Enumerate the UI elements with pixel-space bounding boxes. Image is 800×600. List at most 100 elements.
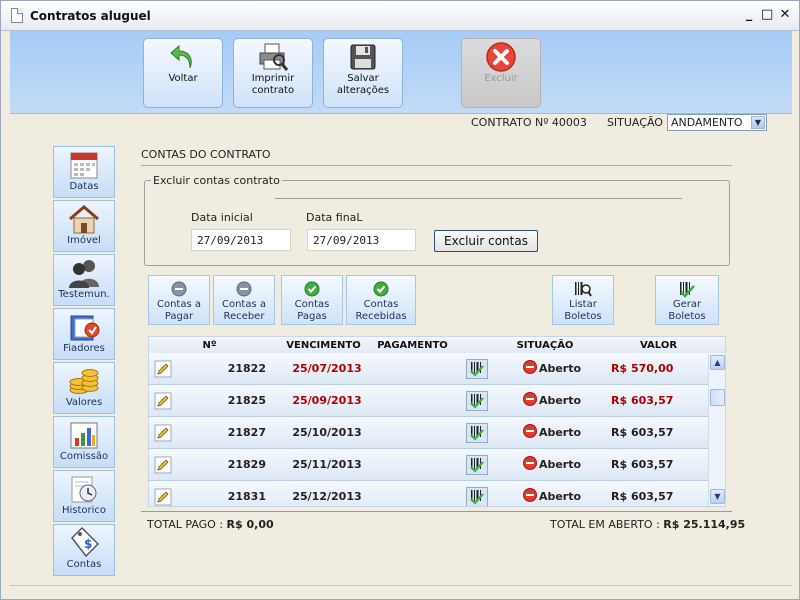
barcode-icon[interactable] [457, 486, 497, 506]
sidebar-item-datas[interactable]: Datas [53, 146, 115, 198]
close-button[interactable]: ✕ [779, 7, 791, 23]
delete-x-icon [462, 41, 540, 73]
data-final-input[interactable]: 27/09/2013 [307, 229, 416, 251]
table-scrollbar[interactable]: ▲ ▼ [708, 354, 725, 506]
row-numero: 21822 [227, 362, 266, 375]
total-pago: TOTAL PAGO : R$ 0,00 [147, 518, 274, 531]
row-situacao: Aberto [538, 426, 582, 439]
salvar-label-1: Salvar [347, 73, 379, 84]
salvar-button[interactable]: Salvar alterações [323, 38, 403, 108]
row-numero: 21825 [227, 394, 266, 407]
sidebar-item-testemunhas[interactable]: Testemun. [53, 254, 115, 306]
gerar-boletos-button[interactable]: Gerar Boletos [655, 275, 719, 325]
house-icon [54, 201, 114, 235]
scroll-up-icon[interactable]: ▲ [710, 355, 725, 370]
group-divider [275, 198, 682, 199]
header-pagamento: PAGAMENTO [377, 339, 448, 351]
edit-pencil-icon[interactable] [149, 488, 177, 506]
sidebar-item-valores[interactable]: Valores [53, 362, 115, 414]
edit-pencil-icon[interactable] [149, 456, 177, 474]
contas-pagas-label-2: Pagas [297, 311, 327, 322]
excluir-label: Excluir [484, 73, 518, 84]
sidebar-label-valores: Valores [65, 397, 103, 408]
clock-history-icon [54, 471, 114, 505]
situacao-select[interactable]: ANDAMENTO ▼ [666, 114, 767, 131]
voltar-button[interactable]: Voltar [143, 38, 223, 108]
folder-person-icon [54, 309, 114, 343]
imprimir-button[interactable]: Imprimir contrato [233, 38, 313, 108]
contract-number: CONTRATO Nº 40003 [471, 116, 587, 129]
contas-a-pagar-button[interactable]: Contas a Pagar [148, 275, 210, 325]
sidebar-item-contas[interactable]: $ Contas [53, 524, 115, 576]
document-icon [11, 8, 23, 23]
listar-boletos-button[interactable]: Listar Boletos [552, 275, 614, 325]
barcode-icon[interactable] [457, 358, 497, 379]
scroll-down-icon[interactable]: ▼ [710, 489, 725, 504]
table-row[interactable]: 21831 25/12/2013 Aberto R$ 603,57 [149, 481, 725, 506]
status-minus-icon [522, 456, 537, 473]
row-situacao: Aberto [538, 362, 582, 375]
situacao-value: ANDAMENTO [670, 116, 743, 129]
data-inicial-label: Data inicial [191, 211, 253, 224]
back-arrow-icon [144, 41, 222, 73]
barcode-icon[interactable] [457, 390, 497, 411]
scroll-thumb[interactable] [710, 389, 725, 406]
window-title: Contratos aluguel [30, 8, 151, 23]
row-numero: 21829 [227, 458, 266, 471]
contas-pagas-button[interactable]: Contas Pagas [281, 275, 343, 325]
data-inicial-input[interactable]: 27/09/2013 [191, 229, 291, 251]
row-numero: 21827 [227, 426, 266, 439]
situacao-label: SITUAÇÃO [606, 116, 663, 129]
main-window: Contratos aluguel _ □ ✕ Voltar Imprimir … [0, 0, 800, 600]
save-disk-icon [324, 41, 402, 73]
contas-a-receber-button[interactable]: Contas a Receber [213, 275, 275, 325]
imprimir-label-2: contrato [251, 85, 295, 96]
title-bar: Contratos aluguel _ □ ✕ [1, 1, 799, 31]
barcode-icon[interactable] [457, 422, 497, 443]
sidebar-item-historico[interactable]: Historico [53, 470, 115, 522]
contas-table: Nº VENCIMENTO PAGAMENTO SITUAÇÃO VALOR 2… [148, 336, 726, 507]
table-row[interactable]: 21827 25/10/2013 Aberto R$ 603,57 [149, 417, 725, 449]
header-valor: VALOR [640, 339, 678, 351]
row-vencimento: 25/09/2013 [292, 394, 362, 407]
status-minus-icon [522, 360, 537, 377]
edit-pencil-icon[interactable] [149, 392, 177, 410]
edit-pencil-icon[interactable] [149, 424, 177, 442]
bar-chart-icon [54, 417, 114, 451]
svg-text:$: $ [84, 537, 92, 551]
contas-a-pagar-label-2: Pagar [164, 311, 194, 322]
row-situacao: Aberto [538, 490, 582, 503]
money-tag-icon: $ [54, 525, 114, 559]
table-row[interactable]: 21829 25/11/2013 Aberto R$ 603,57 [149, 449, 725, 481]
status-minus-icon [522, 488, 537, 505]
table-row[interactable]: 21822 25/07/2013 Aberto R$ 570,00 [149, 353, 725, 385]
barcode-icon[interactable] [457, 454, 497, 475]
contas-a-pagar-label-1: Contas a [156, 299, 201, 310]
barcode-icon [656, 279, 718, 299]
minimize-button[interactable]: _ [743, 7, 755, 23]
sidebar-item-fiadores[interactable]: Fiadores [53, 308, 115, 360]
data-final-label: Data finaL [306, 211, 363, 224]
table-row[interactable]: 21825 25/09/2013 Aberto R$ 603,57 [149, 385, 725, 417]
check-circle-icon [282, 279, 342, 299]
maximize-button[interactable]: □ [761, 7, 773, 23]
contas-recebidas-label-2: Recebidas [355, 311, 407, 322]
check-circle-icon [347, 279, 415, 299]
row-valor: R$ 603,57 [611, 426, 674, 439]
total-aberto-value: R$ 25.114,95 [663, 518, 746, 531]
edit-pencil-icon[interactable] [149, 360, 177, 378]
gerar-boletos-label-1: Gerar [672, 299, 702, 310]
row-situacao: Aberto [538, 458, 582, 471]
excluir-contas-button[interactable]: Excluir contas [434, 230, 538, 252]
row-vencimento: 25/11/2013 [292, 458, 362, 471]
totals-divider [141, 511, 732, 512]
row-vencimento: 25/10/2013 [292, 426, 362, 439]
excluir-button[interactable]: Excluir [461, 38, 541, 108]
chevron-down-icon[interactable]: ▼ [750, 116, 765, 129]
sidebar-item-comissao[interactable]: Comissão [53, 416, 115, 468]
sidebar-item-imovel[interactable]: Imóvel [53, 200, 115, 252]
section-title: CONTAS DO CONTRATO [141, 148, 271, 161]
row-vencimento: 25/12/2013 [292, 490, 362, 503]
contas-recebidas-button[interactable]: Contas Recebidas [346, 275, 416, 325]
sidebar-label-comissao: Comissão [59, 451, 109, 462]
